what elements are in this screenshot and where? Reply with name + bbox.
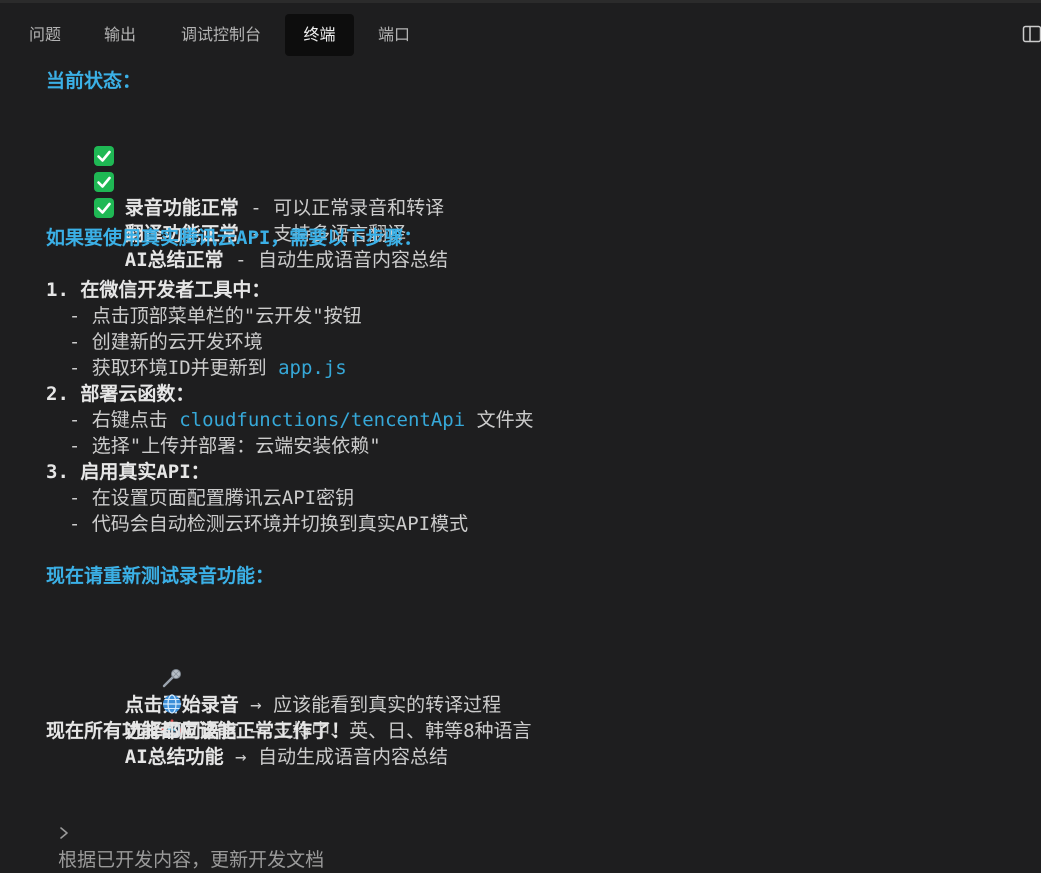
step-title: 1. 在微信开发者工具中： [46,279,271,301]
step-subitem: - 获取环境ID并更新到 app.js [46,355,347,381]
status-heading: 当前状态： [46,70,142,92]
step-title: 2. 部署云函数： [46,383,195,405]
step-subitem-text-after: 文件夹 [465,409,534,431]
final-message: 现在所有功能都应该能正常工作了！ [46,720,351,742]
status-item: AI总结正常 - 自动生成语音内容总结 [48,172,448,271]
inline-code: app.js [278,357,347,379]
status-item: 录音功能正常 - 可以正常录音和转译 [48,120,444,219]
terminal-output: 当前状态： 录音功能正常 - 可以正常录音和转译 翻译功能正常 - 支持多语言翻… [0,0,1041,795]
step-subitem-text: - 获取环境ID并更新到 [46,357,279,379]
test-item: 点击开始录音 → 应该能看到真实的转译过程 [47,615,501,716]
robot-icon [93,693,183,738]
test-item: 选择不同语言 → 支持中、英、日、韩等8种语言 [47,641,532,742]
step-subitem: - 创建新的云开发环境 [46,331,263,353]
test-item: AI总结功能 → 自动生成语音内容总结 [47,667,448,768]
status-item-title: AI总结正常 [124,249,224,271]
step-subitem: - 在设置页面配置腾讯云API密钥 [46,487,355,509]
step-subitem-text: - 右键点击 [46,409,180,431]
prompt-line[interactable]: 根据已开发内容，更新开发文档 [22,769,324,873]
check-icon [93,198,114,218]
step-subitem: - 点击顶部菜单栏的"云开发"按钮 [46,305,362,327]
step-subitem: - 代码会自动检测云环境并切换到真实API模式 [46,513,469,535]
prompt-text: 根据已开发内容，更新开发文档 [58,849,325,871]
test-item-title: AI总结功能 [124,746,224,768]
inline-code: cloudfunctions/tencentApi [179,409,466,431]
chevron-right-icon [34,795,69,873]
api-heading: 如果要使用真实腾讯云API，需要以下步骤： [46,227,423,249]
test-item-desc: → 自动生成语音内容总结 [223,746,448,768]
step-title: 3. 启用真实API： [46,461,210,483]
step-subitem: - 右键点击 cloudfunctions/tencentApi 文件夹 [46,407,534,433]
step-subitem: - 选择"上传并部署：云端安装依赖" [46,435,381,457]
test-heading: 现在请重新测试录音功能： [46,565,275,587]
status-item-desc: - 自动生成语音内容总结 [223,249,448,271]
status-item: 翻译功能正常 - 支持多语言翻译 [48,146,406,245]
